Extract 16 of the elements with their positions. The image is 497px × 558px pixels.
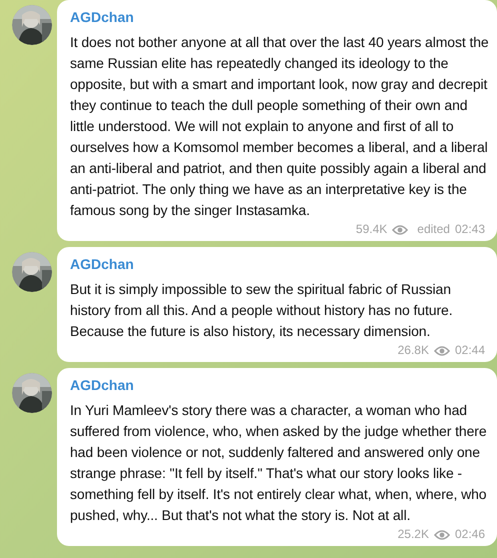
author-name[interactable]: AGDchan [70, 255, 134, 273]
eye-icon [434, 528, 450, 540]
eye-icon [392, 224, 408, 236]
view-count: 25.2K [398, 527, 429, 542]
view-count: 59.4K [356, 222, 388, 237]
author-name[interactable]: AGDchan [70, 8, 134, 26]
message-time: 02:43 [454, 222, 485, 237]
edited-label: edited [417, 222, 450, 237]
author-name[interactable]: AGDchan [70, 376, 134, 394]
message-text: In Yuri Mamleev's story there was a character, a woman who had suffered from violence, who, when asked by the judge whether there had been violence or not, suddenly faltered and answered only one strange phrase: "It fell by itself." That's what our story looks like - something fell by itself. It's not entirely clear what, when, where, who pushed, why... But that's not what the story is. Not at all. [70, 401, 488, 525]
message-text: But it is simply impossible to sew the spiritual fabric of Russian history from all this. And a people without history has no future. Because the future is also history, its necessary dimension. [70, 280, 454, 341]
view-count: 26.8K [398, 343, 429, 358]
message-time: 02:44 [454, 343, 485, 358]
message-time: 02:46 [454, 527, 485, 542]
message-text: It does not bother anyone at all that over the last 40 years almost the same Russian elite has repeatedly changed its ideology to the opposite, but with a smart and important look, now gray and decrepit they continue to teach the dull people something of their own and little understood. We will not explain to anyone and first of all to ourselves how a Komsomol member becomes a liberal, and a liberal an anti-liberal and patriot, and then quite possibly again a liberal and anti-patriot. The only thing we have as an interpretative key is the famous song by the singer Instasamka. [70, 33, 490, 220]
eye-icon [434, 344, 450, 356]
